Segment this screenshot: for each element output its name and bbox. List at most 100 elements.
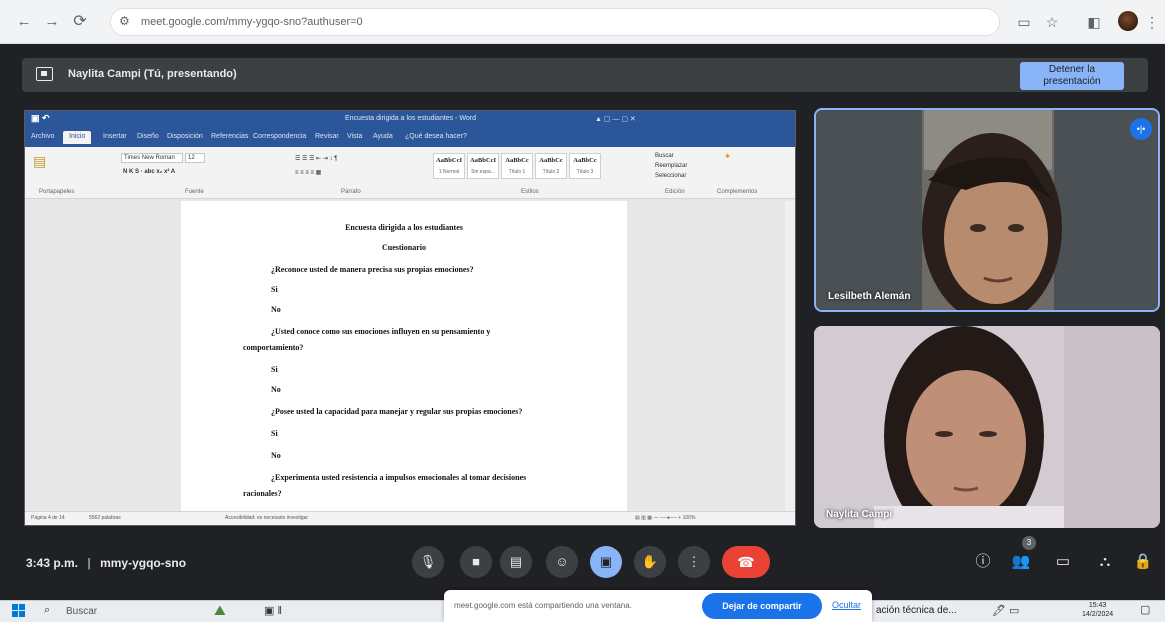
meeting-time: 3:43 p.m.	[26, 556, 79, 570]
tab-revisar[interactable]: Revisar	[315, 133, 339, 140]
meeting-info: 3:43 p.m. | mmy-ygqo-sno	[26, 556, 186, 570]
view-buttons[interactable]: ▤ ▥ ▦ — ──●── + 100%	[635, 515, 695, 521]
paragraph-buttons[interactable]: ☰ ☰ ☰ ⇤ ⇥ ↕ ¶	[295, 155, 337, 162]
answer-no-1: No	[271, 305, 281, 314]
address-bar[interactable]: ⚙ meet.google.com/mmy-ygqo-sno?authuser=…	[110, 8, 1000, 36]
group-parrafo: Párrafo	[341, 189, 361, 195]
search-icon: ⌕	[44, 604, 51, 616]
status-accessibility[interactable]: Accesibilidad: es necesario investigar	[225, 515, 308, 521]
tab-archivo[interactable]: Archivo	[31, 133, 54, 140]
tab-insertar[interactable]: Insertar	[103, 133, 127, 140]
tab-referencias[interactable]: Referencias	[211, 133, 248, 140]
doc-subheading: Cuestionario	[382, 243, 426, 252]
answer-no-3: No	[271, 451, 281, 460]
windows-start-icon[interactable]	[12, 604, 26, 618]
group-edicion: Edición	[665, 189, 685, 195]
style-titulo-3[interactable]: AaBbCc Título 3	[569, 153, 601, 179]
tab-disposicion[interactable]: Disposición	[167, 133, 203, 140]
task-view-icon[interactable]: ▣ ‖	[264, 604, 282, 617]
find-button[interactable]: Buscar	[655, 153, 674, 159]
chat-icon[interactable]: ▭	[1052, 551, 1074, 573]
taskbar-clock[interactable]: 15:43 14/2/2024	[1082, 601, 1113, 619]
status-words: 5562 palabras	[89, 515, 121, 521]
word-statusbar: Página 4 de 14 5562 palabras Accesibilid…	[25, 511, 795, 525]
camera-button[interactable]: ■	[460, 546, 492, 578]
meeting-details-icon[interactable]: ⓘ	[972, 551, 994, 573]
forward-icon[interactable]: →	[42, 12, 62, 32]
microphone-button[interactable]: 🎙	[412, 546, 444, 578]
raise-hand-button[interactable]: ✋	[634, 546, 666, 578]
group-fuente: Fuente	[185, 189, 204, 195]
taskbar-search[interactable]: ⌕ Buscar	[36, 603, 206, 620]
participant-tile-lesilbeth[interactable]: •|• Lesilbeth Alemán	[814, 108, 1160, 312]
tab-diseno[interactable]: Diseño	[137, 133, 159, 140]
paste-icon[interactable]: ▤	[33, 153, 46, 170]
back-icon[interactable]: ←	[14, 12, 34, 32]
menu-kebab-icon[interactable]: ⋮	[1142, 12, 1162, 32]
answer-yes-3: Si	[271, 429, 278, 438]
question-2: ¿Usted conoce como sus emociones influye…	[271, 327, 491, 336]
present-screen-button[interactable]: ▣	[590, 546, 622, 578]
reload-icon[interactable]: ⟳	[70, 12, 90, 32]
cast-icon[interactable]: ▭	[1014, 12, 1034, 32]
format-buttons[interactable]: N K S · abc x₂ x² A	[123, 169, 175, 175]
search-placeholder: Buscar	[66, 606, 98, 617]
profile-avatar[interactable]	[1118, 11, 1138, 31]
addins-icon[interactable]: ✱	[725, 153, 730, 160]
group-estilos: Estilos	[521, 189, 539, 195]
activities-icon[interactable]: ⛬	[1094, 551, 1116, 573]
weather-icon[interactable]: ⛰	[214, 602, 226, 619]
presenting-banner: Naylita Campi (Tú, presentando)	[22, 58, 1148, 92]
group-complementos: Complementos	[717, 189, 758, 195]
word-titlebar: ▣ ↶ Encuesta dirigida a los estudiantes …	[25, 111, 795, 129]
share-message: meet.google.com está compartiendo una ve…	[454, 601, 632, 610]
more-options-button[interactable]: ⋮	[678, 546, 710, 578]
tell-me-search[interactable]: ¿Qué desea hacer?	[405, 133, 467, 140]
leave-call-button[interactable]: ☎	[722, 546, 770, 578]
site-info-icon[interactable]: ⚙	[119, 14, 130, 28]
word-user: ▲ ▢ — ▢ ✕	[595, 116, 636, 123]
align-buttons[interactable]: ≡ ≡ ≡ ≡ ▦	[295, 169, 321, 176]
sidepanel-icon[interactable]: ◧	[1084, 12, 1104, 32]
style-sin-espaciado[interactable]: AaBbCcI Sin espa...	[467, 153, 499, 179]
style-normal[interactable]: AaBbCcI 1 Normal	[433, 153, 465, 179]
captions-button[interactable]: ▤	[500, 546, 532, 578]
people-icon[interactable]: 👥	[1010, 551, 1032, 573]
emoji-reactions-button[interactable]: ☺	[546, 546, 578, 578]
bookmark-star-icon[interactable]: ☆	[1042, 12, 1062, 32]
font-size-box[interactable]: 12	[185, 153, 205, 163]
tab-vista[interactable]: Vista	[347, 133, 362, 140]
doc-heading: Encuesta dirigida a los estudiantes	[345, 223, 463, 232]
select-button[interactable]: Seleccionar	[655, 173, 686, 179]
tab-inicio[interactable]: Inicio	[63, 131, 92, 144]
tab-ayuda[interactable]: Ayuda	[373, 133, 393, 140]
shared-word-window: ▣ ↶ Encuesta dirigida a los estudiantes …	[24, 110, 796, 526]
question-2-cont: comportamiento?	[243, 343, 304, 352]
style-titulo-1[interactable]: AaBbCc Título 1	[501, 153, 533, 179]
host-controls-icon[interactable]: 🔒	[1132, 551, 1154, 573]
answer-no-2: No	[271, 385, 281, 394]
answer-yes-2: Si	[271, 365, 278, 374]
document-page[interactable]: Encuesta dirigida a los estudiantes Cues…	[181, 201, 627, 511]
vertical-scrollbar[interactable]	[785, 201, 795, 511]
participant-tile-naylita[interactable]: Naylita Campi	[814, 326, 1160, 528]
participant-video-naylita	[814, 326, 1160, 528]
tab-correspondencia[interactable]: Correspondencia	[253, 133, 306, 140]
word-ribbon: ▤ Times New Roman 12 N K S · abc x₂ x² A…	[25, 147, 795, 199]
participant-name: Naylita Campi	[826, 509, 893, 520]
browser-toolbar: ← → ⟳ ⚙ meet.google.com/mmy-ygqo-sno?aut…	[0, 0, 1165, 44]
question-3: ¿Posee usted la capacidad para manejar y…	[271, 407, 523, 416]
style-titulo-2[interactable]: AaBbCc Título 2	[535, 153, 567, 179]
hide-notification-link[interactable]: Ocultar	[832, 600, 861, 610]
taskbar-window[interactable]: ación técnica de...	[876, 605, 957, 616]
taskbar-date: 14/2/2024	[1082, 611, 1114, 618]
participants-count-badge: 3	[1022, 536, 1036, 550]
word-ribbon-tabs: Archivo Inicio Insertar Diseño Disposici…	[25, 129, 795, 147]
stop-presenting-button[interactable]: Detener la presentación	[1020, 62, 1124, 90]
replace-button[interactable]: Reemplazar	[655, 163, 687, 169]
taskbar-time: 15:43	[1088, 602, 1107, 609]
notification-icon[interactable]: ▢	[1140, 603, 1150, 616]
font-name-box[interactable]: Times New Roman	[121, 153, 183, 163]
stop-sharing-button[interactable]: Dejar de compartir	[702, 593, 822, 619]
tray-icons[interactable]: 🖊 ▭	[992, 604, 1019, 617]
